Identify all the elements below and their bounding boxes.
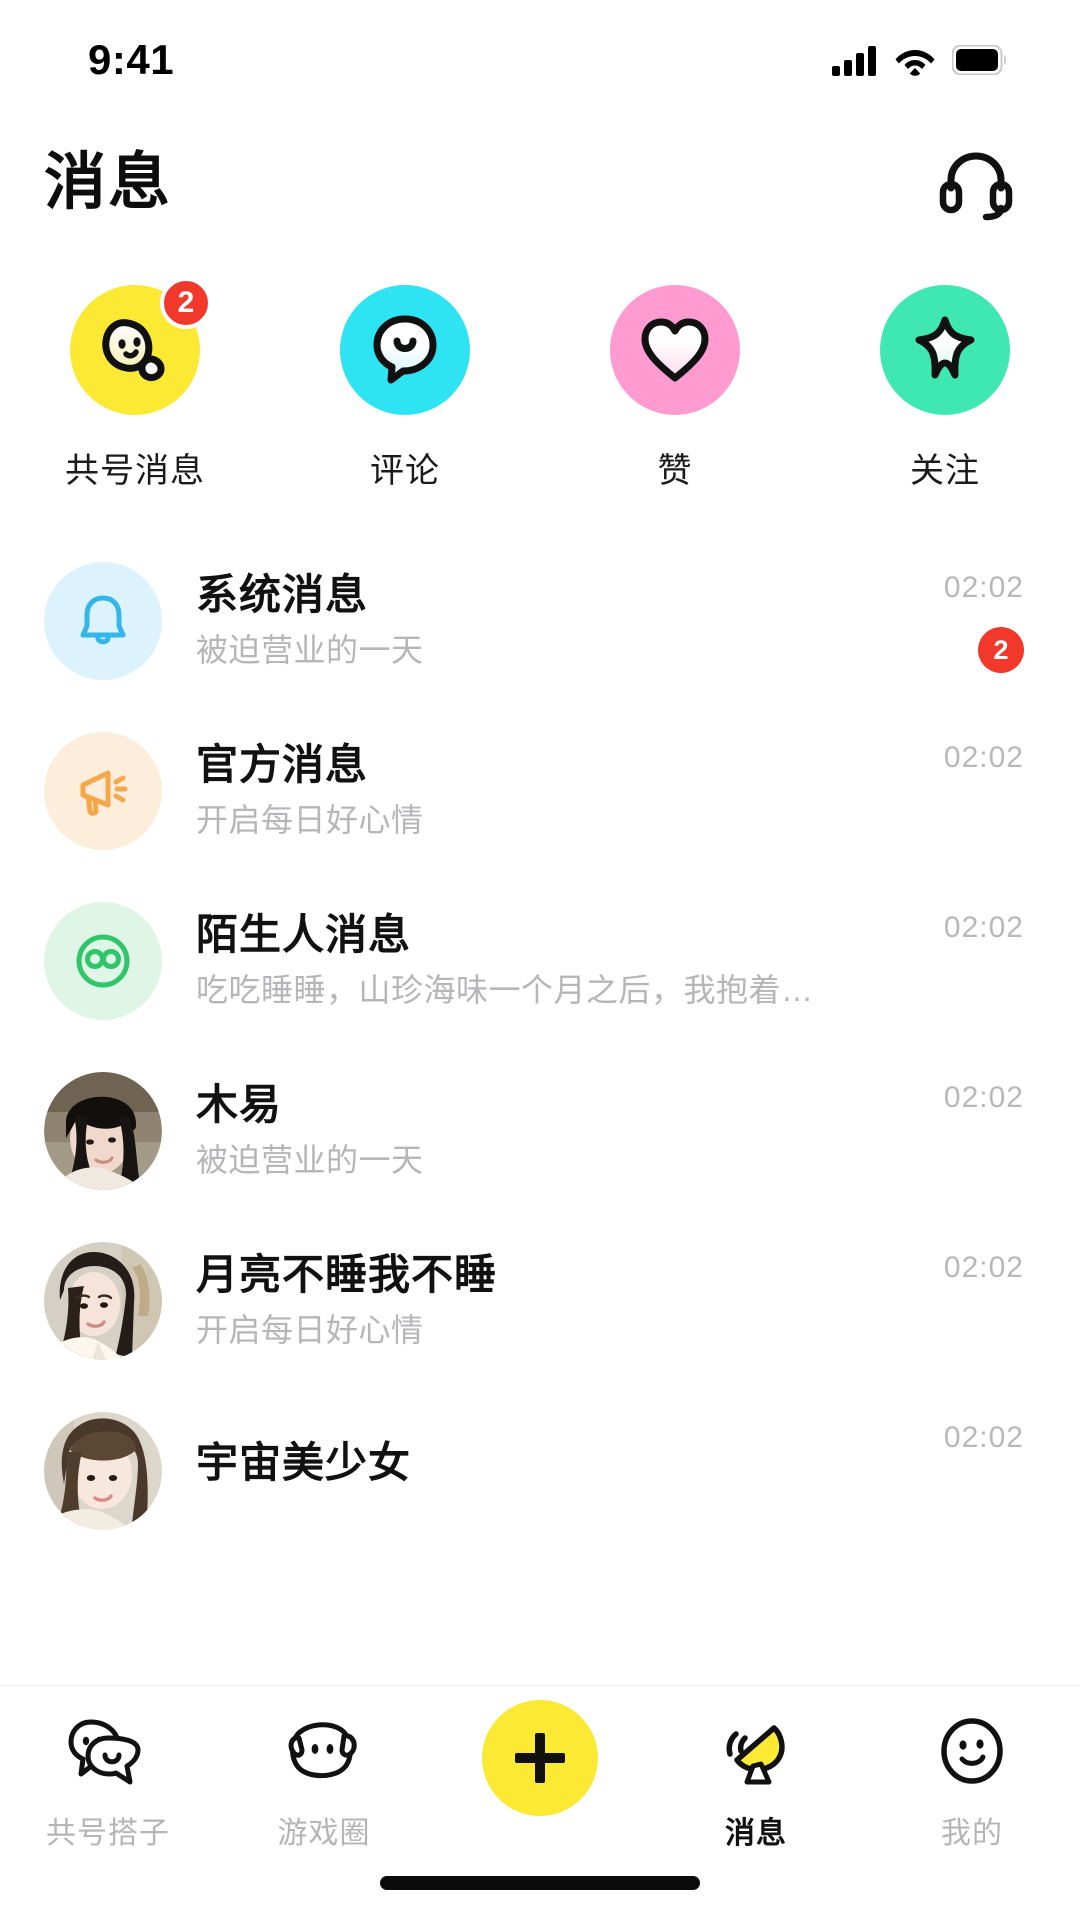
speech-bubble-icon — [373, 315, 437, 384]
message-time: 02:02 — [943, 1081, 1024, 1114]
star-icon — [915, 316, 975, 379]
message-text: 宇宙美少女 — [162, 1438, 884, 1501]
page-title: 消息 — [44, 147, 173, 217]
category-label: 关注 — [910, 452, 980, 490]
tab-label: 游戏圈 — [277, 1817, 371, 1850]
category-circle[interactable] — [340, 285, 470, 415]
user-photo-avatar — [44, 1072, 162, 1190]
category-label: 赞 — [657, 452, 693, 490]
message-row[interactable]: 木易 被迫营业的一天 02:02 — [0, 1046, 1080, 1216]
message-list: 系统消息 被迫营业的一天 02:02 2 官方消息 开启每日好心情 02:02 … — [0, 502, 1080, 1556]
tab-icon-wrap — [717, 1708, 795, 1794]
game-blob-icon — [288, 1722, 357, 1779]
avatar — [44, 1072, 162, 1190]
category-label: 评论 — [370, 452, 440, 490]
user-photo-avatar — [44, 1242, 162, 1360]
bottom-navigation: 共号搭子 游戏圈 消息 我的 — [0, 1685, 1080, 1920]
app-screen: 9:41 消息 2 共号消息 评论 赞 关注 系统消息 被迫营业的一天 02:0… — [0, 0, 1080, 1920]
message-meta: 02:02 — [884, 1249, 1024, 1353]
message-time: 02:02 — [943, 1421, 1024, 1454]
message-time: 02:02 — [943, 911, 1024, 944]
message-row[interactable]: 月亮不睡我不睡 开启每日好心情 02:02 — [0, 1216, 1080, 1386]
signal-icon — [832, 46, 876, 76]
message-title: 系统消息 — [196, 571, 369, 619]
customer-service-button[interactable] — [932, 139, 1020, 227]
message-row[interactable]: 宇宙美少女 02:02 — [0, 1386, 1080, 1556]
message-text: 木易 被迫营业的一天 — [162, 1083, 884, 1178]
message-row[interactable]: 官方消息 开启每日好心情 02:02 — [0, 706, 1080, 876]
message-preview: 被迫营业的一天 — [196, 1143, 424, 1179]
category-item-likes[interactable]: 赞 — [540, 285, 810, 492]
plus-icon — [515, 1733, 565, 1783]
message-title: 官方消息 — [196, 741, 369, 789]
category-badge: 2 — [160, 277, 212, 329]
message-text: 月亮不睡我不睡 开启每日好心情 — [162, 1253, 884, 1348]
message-time: 02:02 — [943, 571, 1024, 604]
message-title: 木易 — [196, 1081, 283, 1129]
message-text: 官方消息 开启每日好心情 — [162, 743, 884, 838]
message-time: 02:02 — [943, 1251, 1024, 1284]
tab-label: 我的 — [941, 1817, 1003, 1850]
message-preview: 开启每日好心情 — [196, 803, 424, 839]
heart-icon — [641, 318, 709, 382]
message-meta: 02:02 2 — [884, 569, 1024, 673]
message-preview: 吃吃睡睡，山珍海味一个月之后，我抱着… — [196, 973, 814, 1009]
message-meta: 02:02 — [884, 1419, 1024, 1523]
tab-label: 消息 — [725, 1817, 787, 1850]
avatar — [44, 562, 162, 680]
category-item-comments[interactable]: 评论 — [270, 285, 540, 492]
message-preview: 开启每日好心情 — [196, 1313, 424, 1349]
message-title: 宇宙美少女 — [196, 1438, 412, 1486]
bell-icon — [80, 595, 126, 645]
tab-icon-wrap — [286, 1708, 362, 1794]
message-meta: 02:02 — [884, 909, 1024, 1013]
create-post-button[interactable] — [482, 1700, 598, 1816]
battery-icon — [952, 45, 1006, 75]
message-row[interactable]: 陌生人消息 吃吃睡睡，山珍海味一个月之后，我抱着… 02:02 — [0, 876, 1080, 1046]
avatar — [44, 902, 162, 1020]
status-icons — [832, 44, 1008, 76]
message-meta: 02:02 — [884, 739, 1024, 843]
user-photo-avatar — [44, 1412, 162, 1530]
avatar — [44, 1412, 162, 1530]
page-header: 消息 — [0, 120, 1080, 245]
message-title: 陌生人消息 — [196, 911, 412, 959]
tab-gonghao-dazi[interactable]: 共号搭子 — [0, 1708, 216, 1852]
tab-icon-wrap — [934, 1708, 1010, 1794]
tab-icon-wrap — [68, 1708, 148, 1794]
avatar — [44, 1242, 162, 1360]
category-item-gonghao[interactable]: 2 共号消息 — [0, 277, 270, 492]
message-time: 02:02 — [943, 741, 1024, 774]
smiley-face-icon — [941, 1718, 1003, 1784]
category-item-follow[interactable]: 关注 — [810, 285, 1080, 492]
tab-game-circle[interactable]: 游戏圈 — [216, 1708, 432, 1852]
tab-profile[interactable]: 我的 — [864, 1708, 1080, 1852]
message-text: 陌生人消息 吃吃睡睡，山珍海味一个月之后，我抱着… — [162, 913, 884, 1008]
two-blobs-icon — [68, 1719, 141, 1785]
message-row[interactable]: 系统消息 被迫营业的一天 02:02 2 — [0, 536, 1080, 706]
message-text: 系统消息 被迫营业的一天 — [162, 573, 884, 668]
category-label: 共号消息 — [65, 452, 205, 490]
tab-label: 共号搭子 — [46, 1817, 170, 1850]
satellite-dish-icon — [726, 1725, 785, 1785]
message-preview: 被迫营业的一天 — [196, 633, 424, 669]
message-title: 月亮不睡我不睡 — [196, 1251, 498, 1299]
tab-messages[interactable]: 消息 — [648, 1708, 864, 1852]
category-circle[interactable]: 2 — [70, 277, 212, 415]
category-circle[interactable] — [880, 285, 1010, 415]
stranger-face-icon — [76, 934, 130, 988]
home-indicator — [380, 1876, 700, 1890]
unread-badge: 2 — [978, 627, 1024, 673]
category-circle[interactable] — [610, 285, 740, 415]
status-bar: 9:41 — [0, 0, 1080, 120]
avatar — [44, 732, 162, 850]
wifi-icon — [895, 50, 935, 76]
status-time: 9:41 — [88, 36, 175, 83]
category-shortcuts: 2 共号消息 评论 赞 关注 — [0, 245, 1080, 502]
headset-icon — [939, 151, 1013, 220]
megaphone-icon — [80, 770, 128, 816]
tab-create-post[interactable] — [432, 1700, 648, 1830]
message-meta: 02:02 — [884, 1079, 1024, 1183]
